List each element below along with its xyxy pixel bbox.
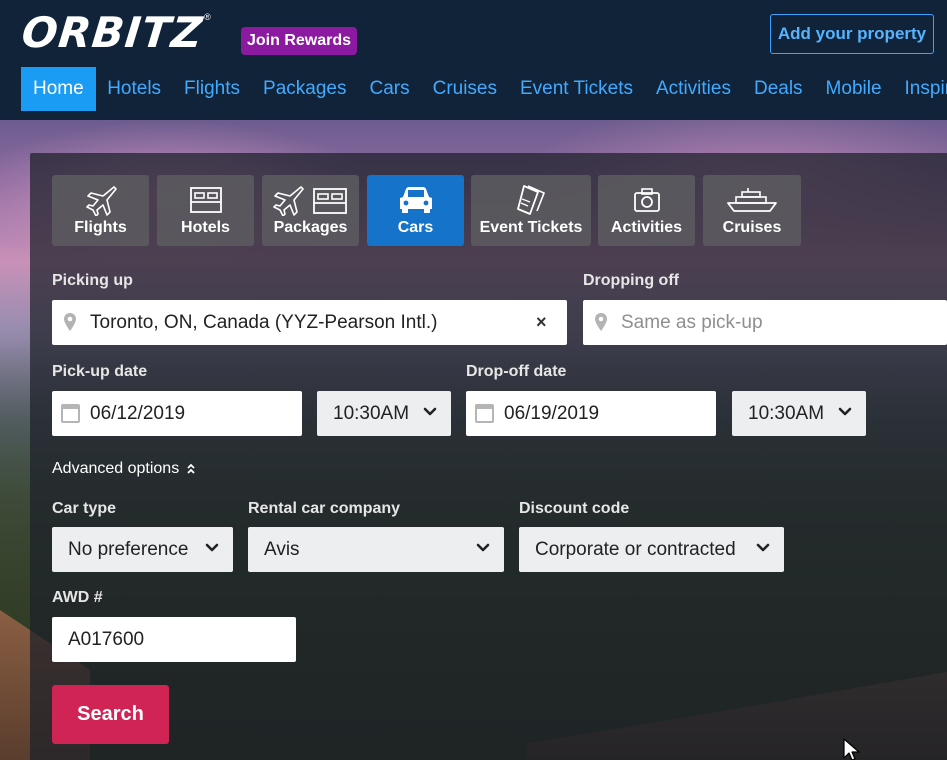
ticket-icon [471, 183, 591, 217]
airplane-icon [52, 183, 149, 217]
chevron-down-icon [476, 543, 490, 552]
location-pin-icon [595, 313, 607, 331]
tab-flights-label: Flights [74, 219, 127, 236]
tab-packages[interactable]: Packages [262, 175, 359, 246]
nav-activities[interactable]: Activities [645, 67, 743, 111]
tab-hotels-label: Hotels [181, 219, 230, 236]
location-pin-icon [64, 313, 76, 331]
mouse-cursor-icon [843, 738, 860, 760]
dropoff-date-input[interactable]: 06/19/2019 [466, 391, 716, 436]
car-type-value: No preference [68, 539, 189, 560]
picking-up-label: Picking up [52, 272, 133, 289]
advanced-options-toggle[interactable]: Advanced options [52, 459, 196, 479]
nav-event-tickets[interactable]: Event Tickets [509, 67, 645, 111]
car-type-label: Car type [52, 500, 117, 517]
pickup-time-value: 10:30AM [333, 403, 410, 424]
tab-cruises-label: Cruises [722, 219, 782, 236]
nav-flights[interactable]: Flights [173, 67, 252, 111]
tab-hotels[interactable]: Hotels [157, 175, 254, 246]
dropoff-time-select[interactable]: 10:30AM [732, 391, 866, 436]
site-header: ORBITZ ® Join Rewards Add your property … [0, 0, 947, 120]
chevron-down-icon [756, 543, 770, 552]
pickup-date-input[interactable]: 06/12/2019 [52, 391, 302, 436]
discount-code-value: Corporate or contracted [535, 539, 736, 560]
nav-packages[interactable]: Packages [252, 67, 358, 111]
nav-home[interactable]: Home [21, 67, 96, 111]
pickup-date-label: Pick-up date [52, 363, 148, 380]
dropoff-location-input[interactable]: Same as pick-up [583, 300, 947, 345]
bed-icon [157, 183, 254, 217]
tab-event-tickets[interactable]: Event Tickets [471, 175, 591, 246]
advanced-options-label: Advanced options [52, 460, 180, 477]
nav-mobile[interactable]: Mobile [814, 67, 893, 111]
dropoff-date-value: 06/19/2019 [504, 403, 600, 424]
main-nav: Home Hotels Flights Packages Cars Cruise… [0, 67, 947, 111]
pickup-location-value: Toronto, ON, Canada (YYZ-Pearson Intl.) [90, 312, 438, 333]
clear-pickup-icon[interactable]: × [536, 300, 547, 345]
tab-cars-label: Cars [397, 219, 434, 236]
discount-code-select[interactable]: Corporate or contracted [519, 527, 784, 572]
tab-cars[interactable]: Cars [367, 175, 464, 246]
nav-cruises[interactable]: Cruises [421, 67, 508, 111]
add-property-button[interactable]: Add your property [770, 14, 934, 54]
nav-hotels[interactable]: Hotels [96, 67, 173, 111]
pickup-time-select[interactable]: 10:30AM [317, 391, 451, 436]
calendar-icon [61, 404, 80, 423]
dropoff-time-value: 10:30AM [748, 403, 825, 424]
rental-company-select[interactable]: Avis [248, 527, 504, 572]
nav-cars[interactable]: Cars [358, 67, 421, 111]
awd-label: AWD # [52, 589, 103, 606]
plane-and-bed-icon [262, 183, 359, 217]
tab-packages-label: Packages [273, 219, 348, 236]
rental-company-value: Avis [264, 539, 300, 560]
dropoff-placeholder: Same as pick-up [621, 312, 763, 333]
join-rewards-button[interactable]: Join Rewards [241, 27, 358, 55]
logo-text: ORBITZ [19, 8, 206, 57]
chevron-down-icon [838, 407, 852, 416]
orbitz-logo[interactable]: ORBITZ ® [19, 8, 210, 57]
nav-deals[interactable]: Deals [742, 67, 814, 111]
tab-cruises[interactable]: Cruises [703, 175, 801, 246]
awd-value: A017600 [68, 629, 145, 650]
double-chevron-up-icon [187, 463, 195, 474]
nav-inspiration[interactable]: Inspiration [893, 67, 947, 111]
chevron-down-icon [205, 543, 219, 552]
dropoff-date-label: Drop-off date [466, 363, 567, 380]
tab-event-tickets-label: Event Tickets [479, 219, 583, 236]
awd-input[interactable]: A017600 [52, 617, 296, 662]
ship-icon [703, 183, 801, 217]
search-button[interactable]: Search [52, 685, 169, 744]
calendar-icon [475, 404, 494, 423]
discount-code-label: Discount code [519, 500, 630, 517]
tab-activities[interactable]: Activities [598, 175, 695, 246]
dropping-off-label: Dropping off [583, 272, 679, 289]
pickup-date-value: 06/12/2019 [90, 403, 186, 424]
car-type-select[interactable]: No preference [52, 527, 233, 572]
car-icon [367, 183, 464, 217]
pickup-location-input[interactable]: Toronto, ON, Canada (YYZ-Pearson Intl.) … [52, 300, 567, 345]
logo-trademark: ® [204, 12, 211, 22]
rental-company-label: Rental car company [248, 500, 401, 517]
camera-icon [598, 183, 695, 217]
chevron-down-icon [423, 407, 437, 416]
tab-flights[interactable]: Flights [52, 175, 149, 246]
tab-activities-label: Activities [610, 219, 683, 236]
